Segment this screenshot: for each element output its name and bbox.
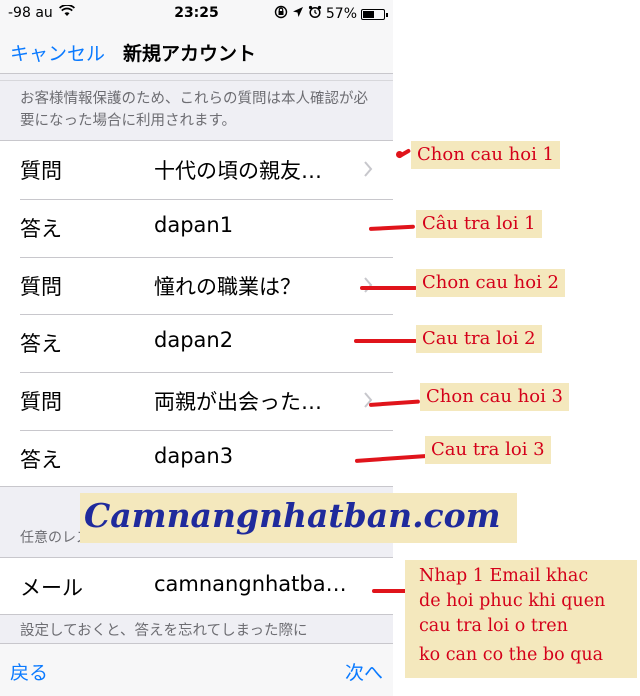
- question-row-2[interactable]: 質問 憧れの職業は？: [0, 256, 393, 315]
- annotation-label-4: Cau tra loi 2: [416, 325, 542, 353]
- annotation-arrow-3: [360, 286, 417, 290]
- row-value: 十代の頃の親友…: [154, 159, 322, 183]
- location-arrow-icon: [292, 6, 304, 22]
- cancel-button[interactable]: キャンセル: [10, 39, 105, 66]
- row-value: 憧れの職業は？: [154, 274, 301, 299]
- battery-fill: [363, 10, 375, 18]
- back-button[interactable]: 戻る: [10, 658, 48, 685]
- email-annotation-line: de hoi phuc khi quen: [419, 591, 606, 611]
- chevron-right-icon: [364, 161, 373, 177]
- annotation-label-2: Câu tra loi 1: [416, 210, 542, 238]
- security-info-note: お客様情報保護のため、これらの質問は本人確認が必要になった場合に利用されます。: [20, 91, 368, 129]
- bottom-toolbar: 戻る 次へ: [0, 643, 393, 696]
- chevron-right-icon: [364, 276, 373, 293]
- answer-field[interactable]: dapan1: [154, 213, 233, 237]
- answer-field[interactable]: dapan3: [154, 444, 233, 468]
- answer-row-1[interactable]: 答え dapan1: [0, 198, 393, 257]
- row-label: 質問: [20, 390, 62, 415]
- battery-icon: [361, 8, 388, 20]
- annotation-arrow-1: [397, 148, 412, 159]
- annotation-label-5: Chon cau hoi 3: [420, 383, 570, 411]
- row-label: 答え: [20, 332, 62, 357]
- question-row-1[interactable]: 質問 十代の頃の親友…: [0, 141, 393, 199]
- email-field[interactable]: camnangnhatba…: [154, 572, 347, 596]
- annotation-label-1: Chon cau hoi 1: [411, 141, 561, 169]
- annotation-arrow-4: [354, 339, 417, 343]
- email-annotation-line: cau tra loi o tren: [419, 616, 568, 636]
- answer-field[interactable]: dapan2: [154, 328, 233, 352]
- row-value: 両親が出会った…: [154, 390, 322, 415]
- answer-row-2[interactable]: 答え dapan2: [0, 314, 393, 372]
- email-label: メール: [20, 576, 83, 600]
- status-bar: -98 au 23:25 57%: [0, 0, 393, 28]
- section-divider: [0, 80, 393, 81]
- rescue-email-group: メール camnangnhatba…: [0, 557, 393, 615]
- email-annotation-box: Nhap 1 Email khac de hoi phuc khi quen c…: [405, 560, 637, 678]
- email-annotation-line: ko can co the bo qua: [419, 645, 604, 665]
- annotation-label-6: Cau tra loi 3: [425, 436, 551, 464]
- phone-screen: -98 au 23:25 57% キャンセル 新規アカウント お客様情報保護のた…: [0, 0, 393, 696]
- answer-row-3[interactable]: 答え dapan3: [0, 429, 393, 488]
- rescue-email-note: 設定しておくと、答えを忘れてしまった際に: [20, 623, 308, 639]
- chevron-right-icon: [364, 392, 373, 408]
- row-label: 質問: [20, 159, 62, 183]
- alarm-clock-icon: [308, 5, 322, 23]
- email-annotation-line: Nhap 1 Email khac: [419, 566, 589, 586]
- next-button[interactable]: 次へ: [345, 658, 383, 685]
- page-title: 新規アカウント: [123, 43, 257, 65]
- row-label: 答え: [20, 447, 62, 472]
- email-row[interactable]: メール camnangnhatba…: [0, 558, 393, 616]
- row-label: 質問: [20, 274, 62, 299]
- row-label: 答え: [20, 216, 62, 241]
- navigation-bar: キャンセル 新規アカウント: [0, 28, 393, 74]
- status-right: 57%: [274, 5, 388, 23]
- security-questions-group: 質問 十代の頃の親友… 答え dapan1 質問 憧れの職業は？ 答え dapa…: [0, 140, 393, 487]
- watermark-text: Camnangnhatban.com: [84, 496, 501, 535]
- question-row-3[interactable]: 質問 両親が出会った…: [0, 372, 393, 430]
- annotation-label-3: Chon cau hoi 2: [416, 269, 566, 297]
- annotation-arrow-email: [372, 589, 407, 593]
- rotation-lock-icon: [274, 5, 288, 23]
- battery-percent: 57%: [325, 6, 357, 22]
